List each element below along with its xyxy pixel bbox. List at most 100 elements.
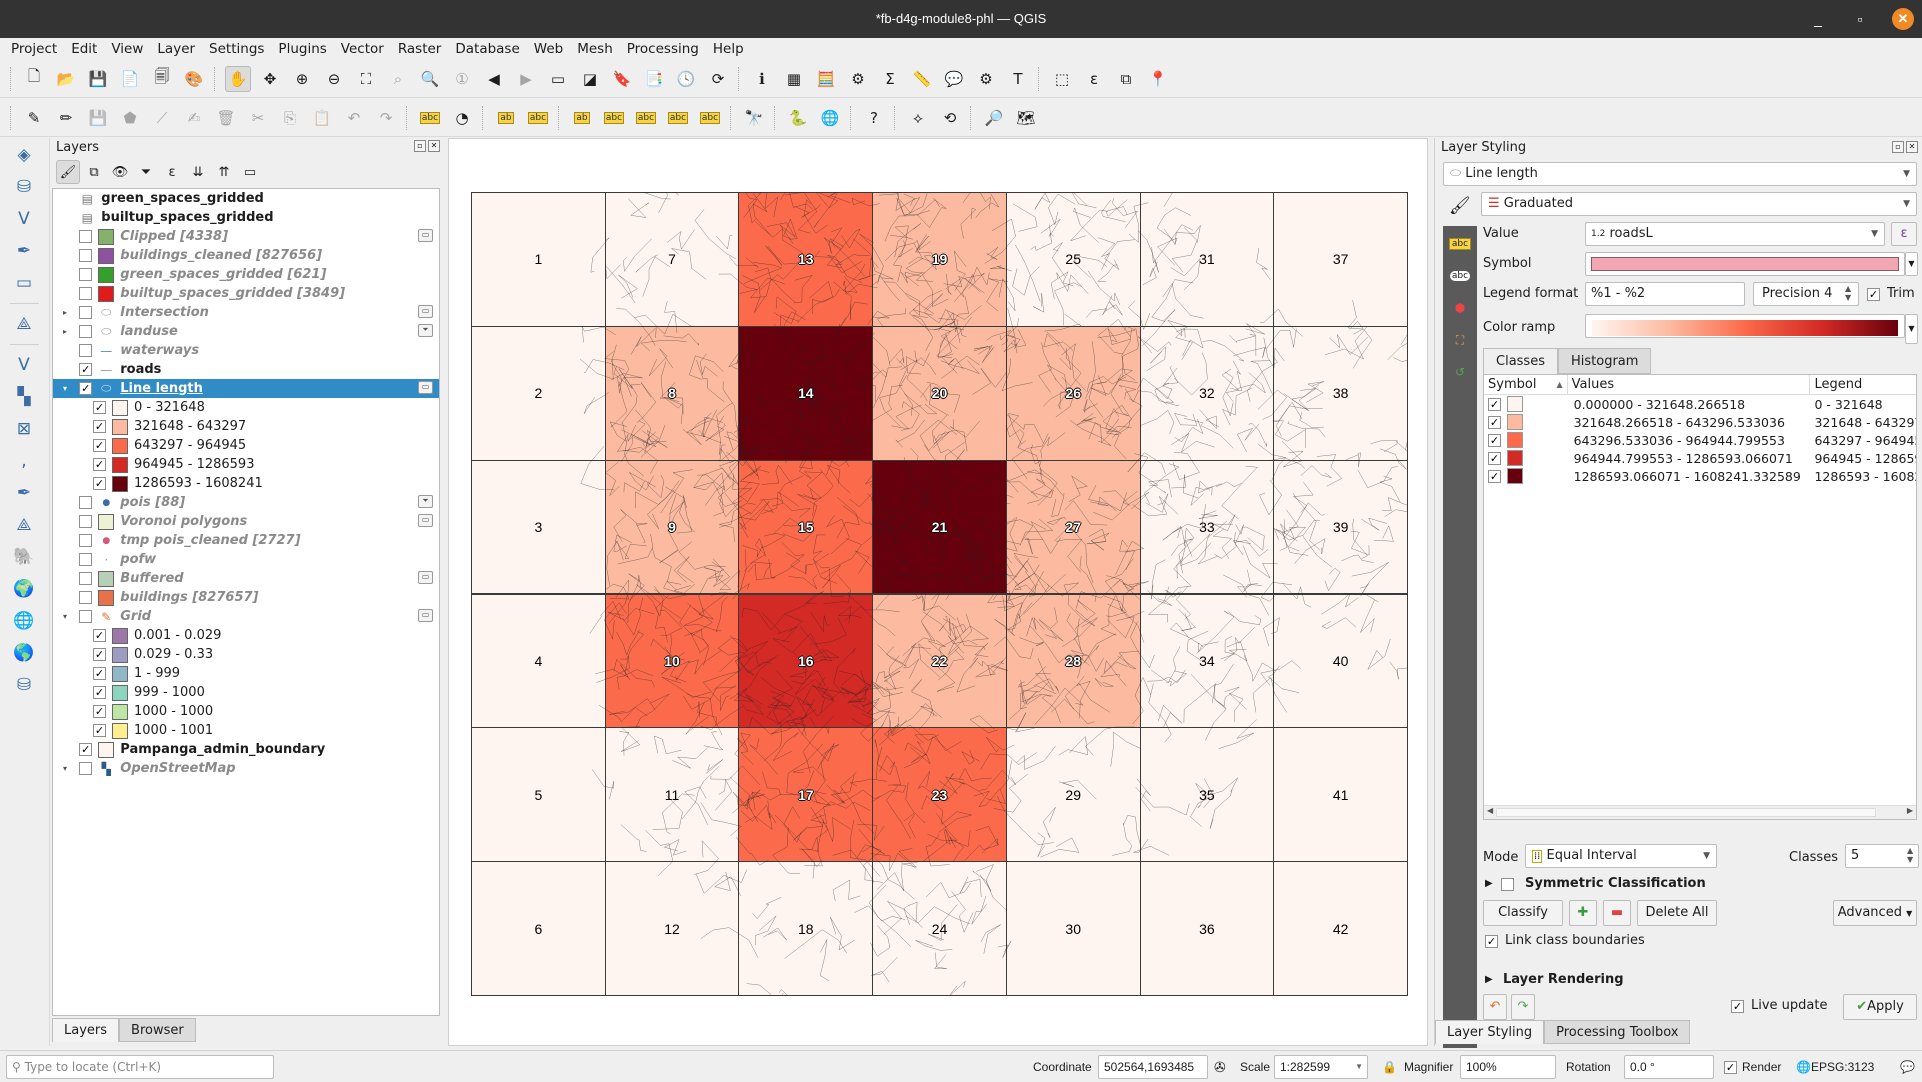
column-header-symbol[interactable]: Symbol ▲ xyxy=(1484,375,1568,394)
show-bookmarks-button[interactable]: 📑 xyxy=(641,66,667,92)
add-delimited-text-button[interactable]: , xyxy=(6,446,42,476)
visibility-checkbox[interactable] xyxy=(79,496,93,509)
visibility-checkbox[interactable]: ✓ xyxy=(93,420,106,433)
menu-help[interactable]: Help xyxy=(706,41,751,57)
coordinate-field[interactable]: 502564,1693485 xyxy=(1098,1055,1208,1079)
add-raster-layer-button[interactable]: ▚ xyxy=(6,382,42,412)
horizontal-scrollbar[interactable]: ◀ ▶ xyxy=(1484,805,1916,819)
class-checkbox[interactable]: ✓ xyxy=(1488,451,1501,465)
menu-vector[interactable]: Vector xyxy=(334,41,391,57)
layer-item[interactable]: Clipped [4338] ▭ xyxy=(53,227,439,246)
class-row[interactable]: ✓ 964944.799553 - 1286593.066071 964945 - … xyxy=(1484,449,1916,467)
class-color-swatch[interactable] xyxy=(1507,450,1523,466)
visibility-checkbox[interactable] xyxy=(79,572,93,585)
zoom-in-button[interactable]: ⊕ xyxy=(289,66,315,92)
grid-cell[interactable]: 23 xyxy=(872,727,1007,863)
new-bookmark-button[interactable]: 🔖 xyxy=(609,66,635,92)
class-color-swatch[interactable] xyxy=(1507,432,1523,448)
add-wms-layer-button[interactable]: 🌍 xyxy=(6,574,42,604)
grid-cell[interactable]: 7 xyxy=(604,192,740,327)
grid-cell[interactable]: 29 xyxy=(1005,727,1141,863)
scale-combo[interactable]: 1:282599 ▼ xyxy=(1274,1055,1368,1079)
class-checkbox[interactable]: ✓ xyxy=(1488,415,1501,429)
map-tips-button[interactable]: 💬 xyxy=(941,66,967,92)
menu-layer[interactable]: Layer xyxy=(150,41,202,57)
grid-cell[interactable]: 31 xyxy=(1139,192,1275,327)
apply-button[interactable]: ✔Apply xyxy=(1843,994,1917,1020)
renderer-select[interactable]: ☰ Graduated ▼ xyxy=(1481,192,1917,216)
new-3d-map-button[interactable]: ◪ xyxy=(577,66,603,92)
visibility-checkbox[interactable]: ✓ xyxy=(79,382,93,395)
grid-cell[interactable]: 12 xyxy=(604,861,740,996)
collapse-arrow-icon[interactable]: ▾ xyxy=(59,612,71,621)
grid-cell[interactable]: 30 xyxy=(1005,861,1141,996)
zoom-next-button[interactable]: ▶ xyxy=(513,66,539,92)
expression-button[interactable]: ε xyxy=(1891,222,1917,246)
visibility-checkbox[interactable] xyxy=(79,515,93,528)
visibility-checkbox[interactable]: ✓ xyxy=(93,724,106,737)
class-values[interactable]: 0.000000 - 321648.266518 xyxy=(1568,397,1811,412)
expand-all-button[interactable]: ⇊ xyxy=(186,160,210,184)
add-wcs-layer-button[interactable]: 🌎 xyxy=(6,638,42,668)
new-print-layout-button[interactable]: 📄 xyxy=(117,66,143,92)
layout-manager-button[interactable]: 🗐 xyxy=(149,66,175,92)
visibility-checkbox[interactable] xyxy=(79,344,93,357)
zoom-last-button[interactable]: ◀ xyxy=(481,66,507,92)
visibility-checkbox[interactable] xyxy=(79,610,93,623)
highlight-pinned-labels-button[interactable]: abc xyxy=(525,105,551,131)
class-values[interactable]: 964944.799553 - 1286593.066071 xyxy=(1568,451,1811,466)
add-group-button[interactable]: ⧉ xyxy=(82,160,106,184)
grid-cell[interactable]: 41 xyxy=(1273,727,1408,863)
masks-tab-icon[interactable]: abc xyxy=(1443,260,1477,292)
grid-cell[interactable]: 10 xyxy=(604,593,740,729)
add-wfs-layer-button[interactable]: 🌐 xyxy=(6,606,42,636)
grid-cell[interactable]: 15 xyxy=(738,459,874,595)
delete-selected-button[interactable]: 🗑 xyxy=(213,105,239,131)
grid-cell[interactable]: 21 xyxy=(872,459,1007,595)
add-class-button[interactable]: ✚ xyxy=(1569,900,1597,926)
symbol-dropdown[interactable]: ▼ xyxy=(1905,252,1918,276)
layer-item[interactable]: ▤ green_spaces_gridded xyxy=(53,189,439,208)
remove-class-button[interactable]: ▬ xyxy=(1603,900,1631,926)
legend-class-item[interactable]: ✓ 1000 - 1000 xyxy=(53,702,439,721)
symmetric-checkbox[interactable] xyxy=(1501,878,1514,891)
redo-style-button[interactable]: ↷ xyxy=(1511,994,1535,1020)
visibility-checkbox[interactable] xyxy=(79,306,93,319)
grid-cell[interactable]: 39 xyxy=(1273,459,1408,595)
grid-cell[interactable]: 17 xyxy=(738,727,874,863)
expand-arrow-icon[interactable]: ▸ xyxy=(59,308,71,317)
grid-cell[interactable]: 20 xyxy=(872,325,1007,461)
undo-button[interactable]: ↶ xyxy=(341,105,367,131)
advanced-button[interactable]: Advanced ▼ xyxy=(1833,900,1917,926)
select-by-location-button[interactable]: 📍 xyxy=(1145,66,1171,92)
tab-processing-toolbox[interactable]: Processing Toolbox xyxy=(1544,1020,1691,1044)
select-features-button[interactable]: ⬚ xyxy=(1049,66,1075,92)
filter-legend-button[interactable]: ⏷ xyxy=(134,160,158,184)
change-label-button[interactable]: abc xyxy=(697,105,723,131)
grid-cell[interactable]: 24 xyxy=(872,861,1007,996)
layer-item[interactable]: buildings [827657] xyxy=(53,588,439,607)
visibility-checkbox[interactable] xyxy=(79,249,93,262)
minimize-button[interactable]: _ xyxy=(1808,0,1828,38)
zoom-native-button[interactable]: ① xyxy=(449,66,475,92)
class-legend[interactable]: 321648 - 643297 xyxy=(1810,415,1916,430)
lock-scale-icon[interactable]: 🔒 xyxy=(1382,1055,1397,1079)
grid-cell[interactable]: 6 xyxy=(471,861,606,996)
vertex-tool-button[interactable]: ⟋ xyxy=(149,105,175,131)
layer-indicator-icon[interactable]: ▭ xyxy=(418,229,433,242)
layer-item[interactable]: ▾ ▚ OpenStreetMap xyxy=(53,759,439,778)
grid-cell[interactable]: 40 xyxy=(1273,593,1408,729)
data-source-manager-button[interactable]: ◈ xyxy=(6,140,42,170)
legend-class-item[interactable]: ✓ 1 - 999 xyxy=(53,664,439,683)
menu-raster[interactable]: Raster xyxy=(391,41,449,57)
grid-cell[interactable]: 1 xyxy=(471,192,606,327)
add-postgis-layer-button[interactable]: 🐘 xyxy=(6,542,42,572)
layer-select[interactable]: ⬭ Line length ▼ xyxy=(1443,162,1917,186)
temporal-controller-button[interactable]: 🕓 xyxy=(673,66,699,92)
visibility-checkbox[interactable]: ✓ xyxy=(93,458,106,471)
tab-histogram[interactable]: Histogram xyxy=(1557,348,1652,374)
layer-item[interactable]: ▤ builtup_spaces_gridded xyxy=(53,208,439,227)
grid-cell[interactable]: 3 xyxy=(471,459,606,595)
filter-icon[interactable]: ⏷ xyxy=(418,495,433,508)
messages-icon[interactable]: 💬 xyxy=(1900,1055,1915,1079)
